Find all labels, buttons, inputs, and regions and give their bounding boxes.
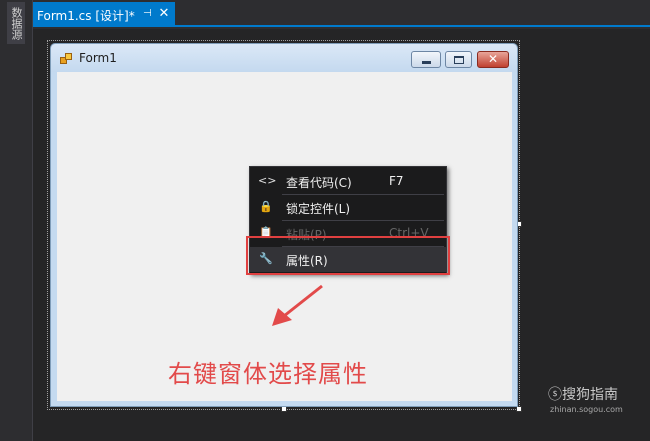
document-tab-form1[interactable]: Form1.cs [设计]* ⊣ ✕	[33, 2, 175, 27]
close-tab-icon[interactable]: ✕	[157, 5, 171, 23]
pin-icon[interactable]: ⊣	[143, 6, 155, 22]
close-button: ✕	[477, 51, 509, 68]
watermark: ⓢ搜狗指南 zhinan.sogou.com	[548, 384, 644, 418]
watermark-logo: ⓢ搜狗指南	[548, 387, 618, 403]
maximize-button	[445, 51, 472, 68]
lock-icon: 🔒	[259, 200, 273, 213]
watermark-url: zhinan.sogou.com	[550, 405, 623, 414]
form-title: Form1	[79, 51, 117, 65]
close-icon: ✕	[487, 52, 499, 66]
form-icon	[60, 53, 73, 65]
minimize-button	[411, 51, 441, 68]
side-panel-strip: 数据源	[0, 0, 33, 441]
code-icon: <>	[258, 174, 277, 187]
annotation-text: 右键窗体选择属性	[168, 360, 368, 388]
properties-highlight-box	[246, 236, 450, 275]
datasource-tab[interactable]: 数据源	[7, 2, 25, 44]
document-tab-bar: Form1.cs [设计]* ⊣ ✕	[33, 0, 650, 27]
minimize-icon	[422, 61, 431, 64]
maximize-icon	[454, 56, 464, 64]
document-tab-title: Form1.cs [设计]*	[37, 9, 135, 23]
menu-item-shortcut: F7	[389, 174, 404, 188]
form-titlebar: Form1 ✕	[51, 44, 517, 72]
annotation-arrow	[272, 284, 323, 326]
menu-item-label: 查看代码(C)	[286, 176, 352, 190]
menu-item-view-code[interactable]: <> 查看代码(C) F7	[250, 169, 446, 194]
menu-item-lock-controls[interactable]: 🔒 锁定控件(L)	[250, 195, 446, 220]
menu-item-label: 锁定控件(L)	[286, 202, 351, 216]
